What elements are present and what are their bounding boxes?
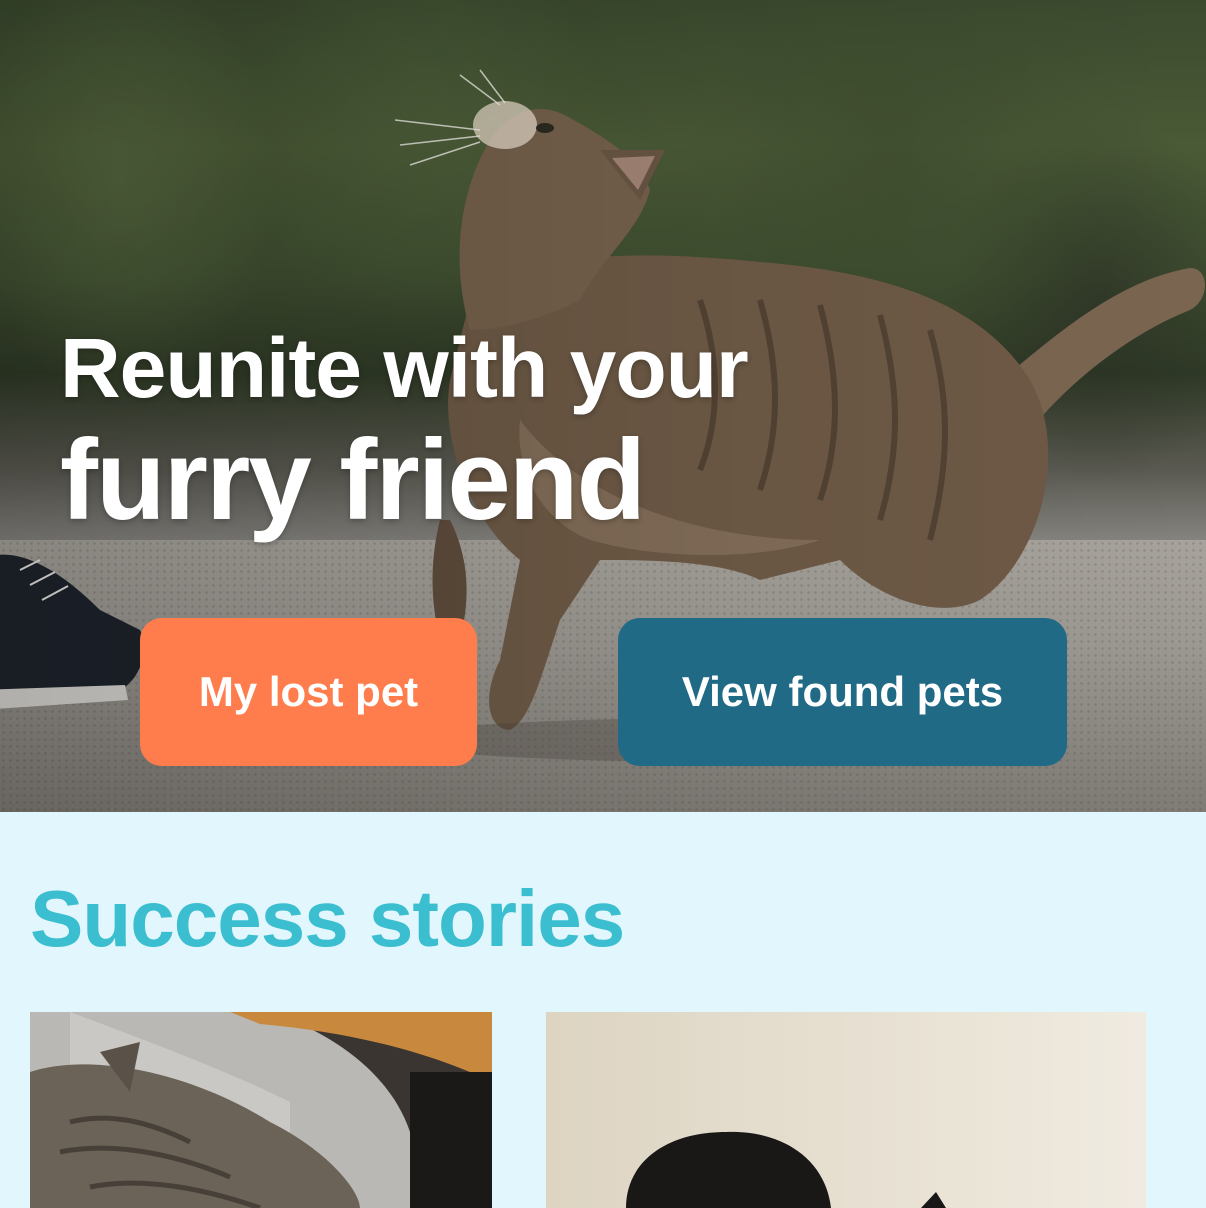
hero-title-line1: Reunite with your (60, 321, 749, 415)
view-found-pets-button[interactable]: View found pets (618, 618, 1067, 766)
success-stories-title: Success stories (30, 874, 625, 963)
tabby-cat-sleeping-photo-icon (30, 1012, 492, 1208)
person-with-cat-photo-icon (546, 1012, 1146, 1208)
hero-banner: Reunite with your furry friend My lost p… (0, 0, 1206, 812)
success-stories-section: Success stories (0, 812, 1206, 1208)
my-lost-pet-button[interactable]: My lost pet (140, 618, 477, 766)
hero-title: Reunite with your furry friend (60, 318, 749, 544)
success-story-card-2[interactable] (546, 1012, 1146, 1208)
success-story-card-1[interactable] (30, 1012, 492, 1208)
hero-title-line2: furry friend (60, 417, 646, 544)
